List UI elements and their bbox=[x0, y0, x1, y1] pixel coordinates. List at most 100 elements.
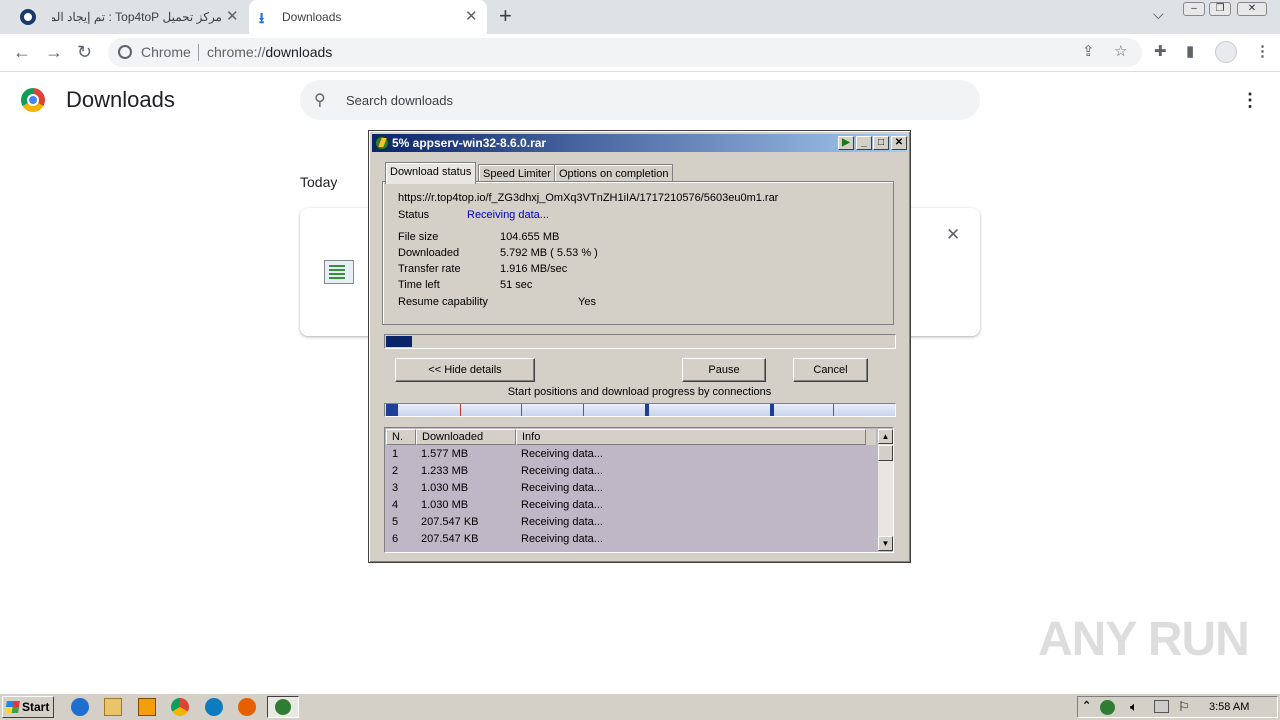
pause-button[interactable]: Pause bbox=[682, 358, 766, 382]
firefox-icon[interactable] bbox=[238, 698, 256, 716]
cell-info: Receiving data... bbox=[521, 465, 603, 477]
extensions-puzzle-icon[interactable]: ✚ bbox=[1154, 42, 1167, 62]
search-input[interactable] bbox=[346, 90, 946, 110]
close-icon[interactable]: ✕ bbox=[465, 9, 478, 24]
back-arrow-icon[interactable]: ← bbox=[13, 42, 31, 62]
progress-fill bbox=[386, 336, 412, 347]
dialog-title-bar[interactable]: 5% appserv-win32-8.6.0.rar ▶ _ □ ✕ bbox=[372, 134, 907, 152]
table-row[interactable]: 5 207.547 KB Receiving data... bbox=[386, 514, 876, 531]
restore-button[interactable]: ❐ bbox=[1209, 2, 1231, 16]
hide-details-button[interactable]: << Hide details bbox=[395, 358, 535, 382]
dialog-title: 5% appserv-win32-8.6.0.rar bbox=[392, 136, 547, 150]
cell-downloaded: 1.577 MB bbox=[421, 448, 469, 460]
download-url: https://r.top4top.io/f_ZG3dhxj_OmXq3VTnZ… bbox=[398, 192, 779, 204]
resume-capability-value: Yes bbox=[578, 296, 596, 308]
media-player-icon[interactable] bbox=[138, 698, 156, 716]
bookmark-star-icon[interactable]: ☆ bbox=[1114, 42, 1127, 62]
flag-icon[interactable]: ⚐ bbox=[1178, 699, 1190, 715]
menu-kebab-icon[interactable]: ⋮ bbox=[1255, 42, 1270, 62]
cancel-button[interactable]: Cancel bbox=[793, 358, 868, 382]
status-value: Receiving data... bbox=[467, 209, 549, 221]
file-size-value: 104.655 MB bbox=[500, 231, 560, 243]
table-row[interactable]: 2 1.233 MB Receiving data... bbox=[386, 463, 876, 480]
cell-downloaded: 1.030 MB bbox=[421, 499, 469, 511]
column-header-downloaded[interactable]: Downloaded bbox=[416, 429, 516, 445]
cell-downloaded: 207.547 KB bbox=[421, 533, 479, 545]
chrome-taskbar-icon[interactable] bbox=[171, 698, 189, 716]
cell-number: 5 bbox=[392, 516, 399, 528]
cell-number: 6 bbox=[392, 533, 399, 545]
minimize-button[interactable]: – bbox=[1183, 2, 1205, 16]
run-icon[interactable]: ▶ bbox=[838, 136, 854, 150]
table-row[interactable]: 3 1.030 MB Receiving data... bbox=[386, 480, 876, 497]
file-size-label: File size bbox=[398, 231, 439, 243]
idm-tray-icon[interactable] bbox=[1100, 700, 1115, 715]
download-status-panel: https://r.top4top.io/f_ZG3dhxj_OmXq3VTnZ… bbox=[382, 181, 894, 325]
maximize-button[interactable]: □ bbox=[873, 136, 889, 150]
volume-icon[interactable]: 🔈︎ bbox=[1130, 699, 1138, 715]
profile-avatar-icon[interactable] bbox=[1215, 41, 1237, 63]
table-row[interactable]: 4 1.030 MB Receiving data... bbox=[386, 497, 876, 514]
connection-segment bbox=[645, 404, 649, 416]
tab-download-status[interactable]: Download status bbox=[385, 162, 477, 184]
watermark-logo: ANY RUN bbox=[1038, 613, 1250, 666]
connection-start-marker bbox=[521, 404, 522, 416]
minimize-button[interactable]: _ bbox=[856, 136, 872, 150]
cell-info: Receiving data... bbox=[521, 448, 603, 460]
page-menu-kebab-icon[interactable]: ⋮ bbox=[1241, 90, 1259, 110]
chevron-down-icon[interactable]: ⌵ bbox=[1153, 6, 1164, 23]
divider bbox=[198, 44, 199, 61]
column-header-n[interactable]: N. bbox=[386, 429, 416, 445]
idm-app-icon bbox=[375, 136, 389, 150]
tab-title: Downloads bbox=[282, 10, 342, 24]
connections-label: Start positions and download progress by… bbox=[507, 386, 772, 398]
connections-table: N. Downloaded Info 1 1.577 MB Receiving da… bbox=[384, 427, 894, 553]
close-button[interactable]: ✕ bbox=[891, 136, 907, 150]
chevron-up-icon[interactable]: ⌃ bbox=[1082, 699, 1091, 712]
column-header-info[interactable]: Info bbox=[516, 429, 866, 445]
side-panel-icon[interactable]: ▮ bbox=[1186, 42, 1194, 62]
windows-taskbar: Start ⌃ 🔈︎ ⚐ 3:58 AM bbox=[0, 693, 1280, 720]
connection-segment bbox=[770, 404, 774, 416]
address-bar[interactable]: Chrome chrome://downloads bbox=[108, 38, 1142, 67]
search-bar[interactable]: ⚲ bbox=[300, 80, 980, 120]
new-tab-button[interactable]: + bbox=[499, 5, 512, 27]
windows-flag-icon bbox=[5, 701, 20, 713]
tab-title: مركز تحميل Top4toP : تم إيجاد الملف bbox=[52, 10, 222, 24]
downloaded-label: Downloaded bbox=[398, 247, 460, 259]
downloaded-value: 5.792 MB ( 5.53 % ) bbox=[500, 247, 598, 259]
time-left-value: 51 sec bbox=[500, 279, 533, 291]
site-favicon-icon bbox=[20, 9, 36, 25]
idm-taskbar-button[interactable] bbox=[267, 696, 299, 718]
scroll-up-arrow-icon[interactable]: ▲ bbox=[878, 429, 893, 444]
close-icon[interactable]: ✕ bbox=[226, 9, 239, 24]
vertical-scrollbar[interactable]: ▲ ▼ bbox=[878, 429, 893, 551]
cell-number: 1 bbox=[392, 448, 399, 460]
start-button[interactable]: Start bbox=[2, 696, 54, 718]
scheme-label: Chrome bbox=[141, 44, 191, 60]
edge-icon[interactable] bbox=[205, 698, 223, 716]
url-text[interactable]: chrome://downloads bbox=[207, 44, 332, 60]
cell-downloaded: 1.233 MB bbox=[421, 465, 469, 477]
connection-start-marker bbox=[460, 404, 461, 416]
remove-download-close-icon[interactable]: ✕ bbox=[946, 225, 960, 245]
share-icon[interactable]: ⇪ bbox=[1082, 42, 1095, 62]
cell-downloaded: 207.547 KB bbox=[421, 516, 479, 528]
forward-arrow-icon[interactable]: → bbox=[45, 42, 63, 62]
resume-capability-label: Resume capability bbox=[398, 296, 488, 308]
scroll-thumb[interactable] bbox=[878, 445, 893, 461]
transfer-rate-label: Transfer rate bbox=[398, 263, 461, 275]
table-row[interactable]: 1 1.577 MB Receiving data... bbox=[386, 446, 876, 463]
reload-icon[interactable]: ↻ bbox=[77, 42, 92, 62]
tab-top4top[interactable]: مركز تحميل Top4toP : تم إيجاد الملف ✕ bbox=[8, 0, 248, 34]
internet-explorer-icon[interactable] bbox=[71, 698, 89, 716]
idm-download-dialog: 5% appserv-win32-8.6.0.rar ▶ _ □ ✕ Downl… bbox=[368, 130, 911, 563]
transfer-rate-value: 1.916 MB/sec bbox=[500, 263, 568, 275]
table-row[interactable]: 6 207.547 KB Receiving data... bbox=[386, 531, 876, 548]
scroll-down-arrow-icon[interactable]: ▼ bbox=[878, 536, 893, 551]
close-window-button[interactable]: ✕ bbox=[1237, 2, 1267, 16]
tab-downloads[interactable]: ⭳ Downloads ✕ bbox=[249, 0, 487, 34]
network-icon[interactable] bbox=[1154, 700, 1169, 713]
folder-icon[interactable] bbox=[104, 698, 122, 716]
time-left-label: Time left bbox=[398, 279, 440, 291]
